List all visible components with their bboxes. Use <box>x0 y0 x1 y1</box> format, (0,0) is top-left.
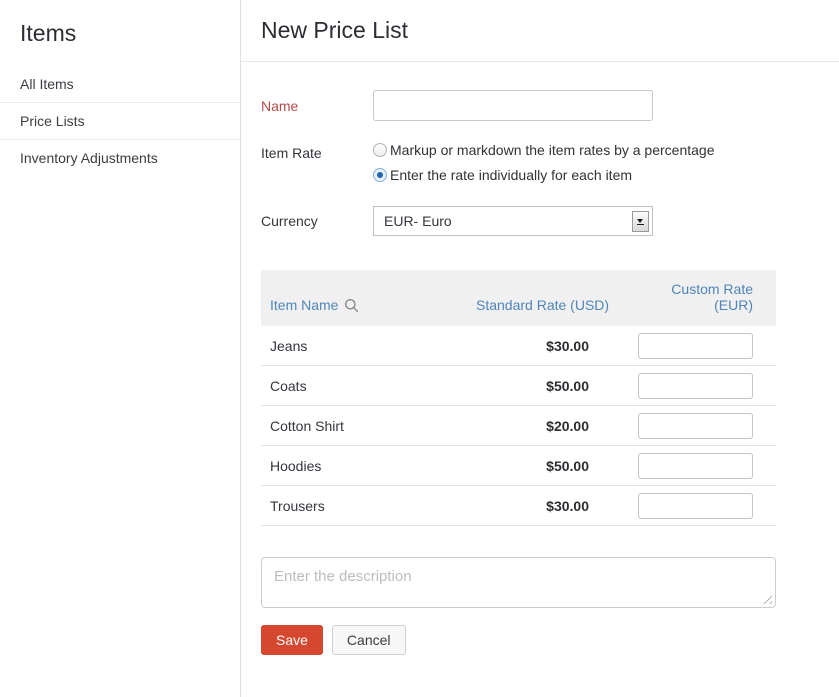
column-header-item-name: Item Name <box>261 297 476 313</box>
price-list-form: Name Item Rate Markup or markdown the it… <box>241 62 839 655</box>
item-name-cell: Jeans <box>261 338 476 354</box>
table-header-row: Item Name Standard Rate (USD) Custom Rat… <box>261 270 776 326</box>
standard-rate-cell: $30.00 <box>476 498 606 514</box>
item-rate-field-row: Item Rate Markup or markdown the item ra… <box>261 142 776 183</box>
form-actions: Save Cancel <box>261 625 776 655</box>
table-row: Trousers $30.00 <box>261 486 776 526</box>
radio-selected-icon[interactable] <box>373 168 387 182</box>
description-field <box>261 557 776 608</box>
radio-unselected-icon[interactable] <box>373 143 387 157</box>
name-label: Name <box>261 98 373 114</box>
custom-rate-header-line2: (EUR) <box>606 297 753 313</box>
item-name-cell: Coats <box>261 378 476 394</box>
radio-option-label: Markup or markdown the item rates by a p… <box>390 142 715 158</box>
currency-select[interactable]: EUR- Euro <box>373 206 653 236</box>
item-rate-label: Item Rate <box>261 142 373 161</box>
standard-rate-cell: $50.00 <box>476 378 606 394</box>
name-input[interactable] <box>373 90 653 121</box>
custom-rate-input[interactable] <box>638 453 753 479</box>
custom-rate-input[interactable] <box>638 373 753 399</box>
search-icon[interactable] <box>344 298 359 313</box>
column-header-custom-rate: Custom Rate (EUR) <box>606 281 776 313</box>
sidebar-item-inventory-adjustments[interactable]: Inventory Adjustments <box>0 139 240 176</box>
table-row: Jeans $30.00 <box>261 326 776 366</box>
main-panel: New Price List Name Item Rate Markup or … <box>241 0 839 697</box>
page-title: New Price List <box>261 17 408 44</box>
items-table: Item Name Standard Rate (USD) Custom Rat… <box>261 270 776 526</box>
custom-rate-input[interactable] <box>638 413 753 439</box>
sidebar: Items All Items Price Lists Inventory Ad… <box>0 0 241 697</box>
currency-label: Currency <box>261 213 373 229</box>
name-field-row: Name <box>261 90 776 121</box>
standard-rate-cell: $20.00 <box>476 418 606 434</box>
currency-selected-value: EUR- Euro <box>384 213 452 229</box>
custom-rate-input[interactable] <box>638 333 753 359</box>
page-header: New Price List <box>241 0 839 62</box>
table-row: Coats $50.00 <box>261 366 776 406</box>
radio-option-markup-markdown[interactable]: Markup or markdown the item rates by a p… <box>373 142 715 158</box>
item-name-header-label: Item Name <box>270 297 338 313</box>
dropdown-arrow-icon[interactable] <box>632 211 649 232</box>
sidebar-item-all-items[interactable]: All Items <box>0 66 240 102</box>
column-header-standard-rate: Standard Rate (USD) <box>476 297 606 313</box>
sidebar-item-price-lists[interactable]: Price Lists <box>0 102 240 139</box>
item-name-cell: Hoodies <box>261 458 476 474</box>
sidebar-nav: All Items Price Lists Inventory Adjustme… <box>0 66 240 176</box>
custom-rate-header-line1: Custom Rate <box>606 281 753 297</box>
table-row: Cotton Shirt $20.00 <box>261 406 776 446</box>
description-textarea[interactable] <box>261 557 776 608</box>
cancel-button[interactable]: Cancel <box>332 625 406 655</box>
item-rate-radio-group: Markup or markdown the item rates by a p… <box>373 142 715 183</box>
standard-rate-cell: $30.00 <box>476 338 606 354</box>
currency-field-row: Currency EUR- Euro <box>261 206 776 236</box>
sidebar-title: Items <box>0 0 240 66</box>
radio-option-enter-rate-individually[interactable]: Enter the rate individually for each ite… <box>373 167 715 183</box>
item-name-cell: Trousers <box>261 498 476 514</box>
item-name-cell: Cotton Shirt <box>261 418 476 434</box>
custom-rate-input[interactable] <box>638 493 753 519</box>
table-row: Hoodies $50.00 <box>261 446 776 486</box>
save-button[interactable]: Save <box>261 625 323 655</box>
radio-option-label: Enter the rate individually for each ite… <box>390 167 632 183</box>
standard-rate-cell: $50.00 <box>476 458 606 474</box>
